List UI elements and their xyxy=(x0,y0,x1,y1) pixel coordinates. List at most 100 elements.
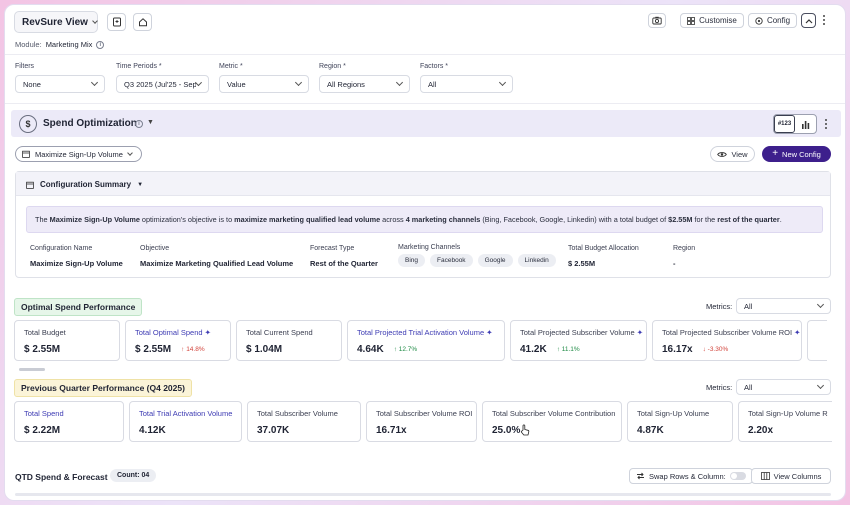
kpi-card-total-spend[interactable]: Total Spend $ 2.22M xyxy=(14,401,124,442)
banner-bold: $2.55M xyxy=(668,215,693,224)
configuration-summary-toggle[interactable]: Configuration Summary ▼ xyxy=(26,180,143,189)
metric-select[interactable]: Value xyxy=(219,75,309,93)
info-icon[interactable]: i xyxy=(96,40,105,49)
kpi-label: Total Spend xyxy=(24,409,64,418)
kpi-label: Total Optimal Spend xyxy=(135,328,203,337)
kpi-change: ↑ 12.7% xyxy=(393,346,418,353)
kpi-card-projected-subscriber-volume[interactable]: Total Projected Subscriber Volume ✦ 41.2… xyxy=(510,320,647,361)
kpi-value: $ 1.04M xyxy=(246,344,283,355)
app-window: RevSure View Module: Marketing Mix i Cus… xyxy=(4,4,846,501)
kpi-card-overflow[interactable] xyxy=(807,320,827,361)
screenshot-button[interactable] xyxy=(648,13,666,28)
kpi-card-total-current-spend[interactable]: Total Current Spend $ 1.04M xyxy=(236,320,342,361)
channel-chip: Linkedin xyxy=(517,254,556,267)
kpi-label: Total Projected Subscriber Volume ROI xyxy=(662,328,793,337)
swap-icon xyxy=(637,472,644,480)
region-select[interactable]: All Regions xyxy=(319,75,410,93)
kpi-card-total-optimal-spend[interactable]: Total Optimal Spend ✦ $ 2.55M ↑ 14.8% xyxy=(125,320,231,361)
config-button[interactable]: Config xyxy=(748,13,797,28)
banner-bold: maximize marketing qualified lead volume xyxy=(234,215,381,224)
kpi-label: Total Sign-Up Volume R xyxy=(748,409,828,418)
grid-icon xyxy=(687,16,695,25)
eye-icon xyxy=(717,151,728,157)
spend-optimization-header: $ Spend Optimization i ▼ #123 xyxy=(11,110,841,137)
calendar-icon xyxy=(22,150,30,158)
field-label: Forecast Type xyxy=(310,245,355,252)
field-value: $ 2.55M xyxy=(568,259,596,268)
channel-chip: Google xyxy=(477,254,513,267)
number-view-toggle[interactable]: #123 xyxy=(774,115,796,133)
collapse-button[interactable] xyxy=(801,13,816,28)
kpi-card-subscriber-volume[interactable]: Total Subscriber Volume 37.07K xyxy=(247,401,361,442)
channel-chip: Facebook xyxy=(430,254,473,267)
previous-metrics-select[interactable]: All xyxy=(736,379,831,395)
scenario-selector[interactable]: Maximize Sign-Up Volume xyxy=(15,146,142,162)
factors-select[interactable]: All xyxy=(420,75,513,93)
kpi-card-total-budget[interactable]: Total Budget $ 2.55M xyxy=(14,320,120,361)
home-button[interactable] xyxy=(133,13,152,31)
time-periods-select[interactable]: Q3 2025 (Jul'25 - Sep... xyxy=(116,75,209,93)
metrics-label: Metrics: xyxy=(706,302,733,311)
module-label: Module: xyxy=(15,40,42,49)
kpi-card-trial-activation-volume[interactable]: Total Trial Activation Volume 4.12K xyxy=(129,401,242,442)
module-value: Marketing Mix xyxy=(45,40,93,49)
cards-scrollbar[interactable] xyxy=(19,368,45,371)
banner-text: (Bing, Facebook, Google, Linkedin) with … xyxy=(480,215,669,224)
customise-button[interactable]: Customise xyxy=(680,13,744,28)
kpi-value: 4.87K xyxy=(637,425,664,436)
channel-chip: Bing xyxy=(398,254,426,267)
kpi-value: 4.64K xyxy=(357,344,384,355)
caret-down-icon[interactable]: ▼ xyxy=(147,119,154,126)
swap-rows-toggle[interactable]: Swap Rows & Column: xyxy=(629,468,753,484)
sparkle-icon: ✦ xyxy=(204,328,211,337)
sparkle-icon: ✦ xyxy=(794,328,801,337)
filter-bar: Filters None Time Periods * Q3 2025 (Jul… xyxy=(5,56,845,104)
view-selector[interactable]: RevSure View xyxy=(14,11,98,33)
kpi-card-sign-up-volume[interactable]: Total Sign-Up Volume 4.87K xyxy=(627,401,733,442)
field-label: Total Budget Allocation xyxy=(568,245,639,252)
metric-value: Value xyxy=(227,79,246,89)
configuration-summary-panel: Configuration Summary ▼ The Maximize Sig… xyxy=(15,171,831,278)
kpi-value: 2.20x xyxy=(748,425,774,436)
metrics-label: Metrics: xyxy=(706,383,733,392)
kpi-label: Total Subscriber Volume ROI xyxy=(376,409,473,418)
banner-text: The xyxy=(35,215,50,224)
kpi-card-subscriber-volume-roi[interactable]: Total Subscriber Volume ROI 16.71x xyxy=(366,401,477,442)
view-button[interactable]: View xyxy=(710,146,755,162)
toggle-switch[interactable] xyxy=(729,472,746,480)
kpi-value: $ 2.22M xyxy=(24,425,61,436)
banner-text: . xyxy=(779,215,782,224)
filters-select[interactable]: None xyxy=(15,75,105,93)
banner-bold: Maximize Sign-Up Volume xyxy=(49,215,140,224)
filter-label-region: Region * xyxy=(319,63,346,70)
bookmark-button[interactable] xyxy=(107,13,126,31)
more-menu-icon[interactable] xyxy=(822,14,828,28)
info-icon[interactable]: i xyxy=(135,120,143,128)
kpi-card-sign-up-volume-roi[interactable]: Total Sign-Up Volume R 2.20x xyxy=(738,401,832,442)
count-badge: Count: 04 xyxy=(110,469,157,482)
field-label: Configuration Name xyxy=(30,245,93,252)
chevron-down-icon xyxy=(816,300,825,309)
scenario-name: Maximize Sign-Up Volume xyxy=(35,149,123,159)
field-label: Region xyxy=(673,245,696,252)
view-columns-button[interactable]: View Columns xyxy=(751,468,831,484)
chevron-down-icon xyxy=(294,78,303,87)
more-menu-icon[interactable] xyxy=(824,118,828,132)
kpi-change: ↓ -3.30% xyxy=(702,346,729,353)
swap-label: Swap Rows & Column: xyxy=(649,471,726,481)
field-value: Maximize Marketing Qualified Lead Volume xyxy=(140,259,294,268)
kpi-label: Total Projected Subscriber Volume xyxy=(520,328,635,337)
table-scroll-track[interactable] xyxy=(15,493,831,496)
banner-text: across xyxy=(380,215,406,224)
kpi-label: Total Subscriber Volume xyxy=(257,409,338,418)
kpi-card-projected-subscriber-roi[interactable]: Total Projected Subscriber Volume ROI ✦ … xyxy=(652,320,802,361)
kpi-card-projected-trial-activation[interactable]: Total Projected Trial Activation Volume … xyxy=(347,320,505,361)
settings-icon xyxy=(755,16,763,25)
kpi-card-subscriber-contribution[interactable]: Total Subscriber Volume Contribution 25.… xyxy=(482,401,622,442)
config-name-field: Configuration Name Maximize Sign-Up Volu… xyxy=(30,245,123,268)
chart-view-toggle[interactable] xyxy=(795,115,816,133)
new-config-button[interactable]: + New Config xyxy=(762,146,831,162)
spend-title: Spend Optimization xyxy=(43,118,137,129)
kpi-label: Total Current Spend xyxy=(246,328,313,337)
optimal-metrics-select[interactable]: All xyxy=(736,298,831,314)
